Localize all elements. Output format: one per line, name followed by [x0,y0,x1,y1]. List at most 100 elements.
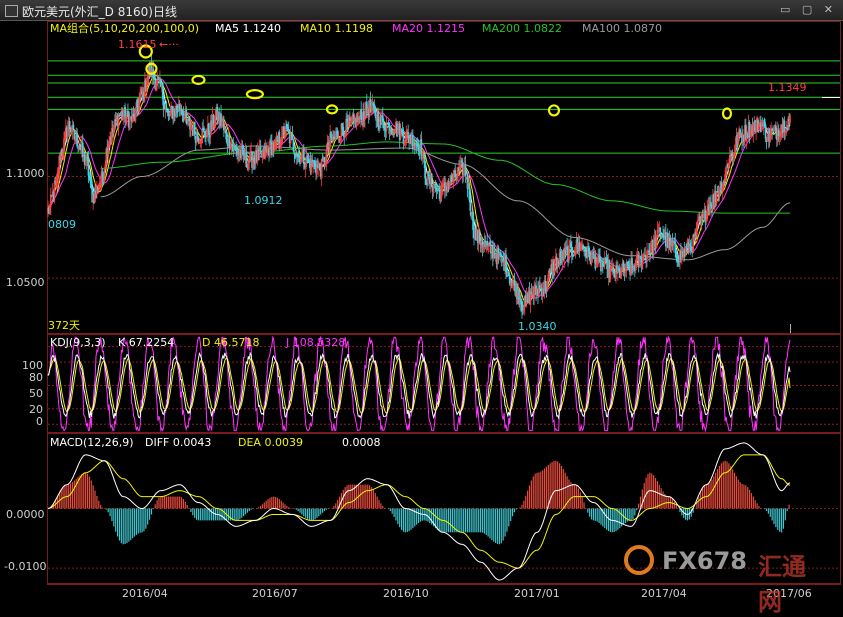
watermark-brand: FX678 [662,547,747,575]
forex-chart[interactable]: MA组合(5,10,20,200,100,0) MA5 1.1240 MA10 … [0,0,843,603]
ma20-legend: MA20 1.1215 [392,22,465,35]
kdj-tick-80: 80 [29,371,43,384]
candle-body [314,164,316,170]
candle-body [259,146,262,152]
candle-body [632,266,634,268]
candle-body [161,83,164,100]
watermark-brand-cn: 汇通网 [758,553,806,616]
candle-body [381,115,384,122]
candle-body [178,104,181,111]
high-arrow: ←··· [159,38,179,51]
days-label: 372天 [48,319,80,332]
candle-body [224,131,227,134]
candle-body [455,177,457,179]
candle-body [167,110,170,113]
candle-body [570,246,573,256]
candle-body [158,78,160,81]
candle-body [73,130,76,140]
candle-body [468,183,471,200]
candle-body [582,245,584,250]
kdj-panel-frame [47,334,841,433]
ma-header: MA组合(5,10,20,200,100,0) [50,21,199,35]
candle-body [298,154,300,157]
candle-body [783,120,786,133]
fx678-watermark: FX678 汇通网 [624,543,829,616]
highlight-ring [547,104,561,117]
candle-body [428,171,430,177]
candle-body [87,159,90,176]
candle-body [786,127,789,130]
candle-body [631,258,633,265]
kdj-tick-0: 0 [36,415,43,428]
candle-body [469,198,472,211]
candle-body [342,127,345,132]
candle-body [393,133,395,135]
candle-body [599,256,601,260]
ma200-legend: MA200 1.0822 [482,22,562,35]
kdj-d-legend: D 46.5718 [202,336,259,349]
candle-body [690,246,693,251]
x-label-2016-10: 2016/10 [383,587,429,600]
macd-tick-zero: 0.0000 [6,508,45,521]
candle-body [207,123,210,135]
ma5-legend: MA5 1.1240 [215,22,281,35]
candle-body [242,150,245,156]
candle-body [513,278,516,287]
x-label-2016-04: 2016/04 [122,587,168,600]
candle-body [360,109,363,119]
candle-body [710,202,712,207]
candle-body [185,109,188,119]
low-label: 1.0340 [518,320,557,333]
candle-body [180,108,183,115]
candle-body [777,130,780,137]
candle-body [478,230,481,242]
candle-body [663,236,665,238]
candle-body [220,113,222,126]
candle-body [245,152,248,164]
candle-body [188,118,190,121]
candle-body [644,255,647,257]
candle-body [559,250,562,258]
candle-body [716,190,719,193]
candle-body [228,134,231,149]
fx678-logo-icon [624,545,654,575]
candle-body [318,163,321,170]
candle-body [374,106,377,117]
candle-body [223,123,225,131]
highlight-ring [721,107,733,120]
ma5-line [47,69,791,308]
last-price-label: 1.1349 [768,81,807,94]
candle-body [460,160,463,162]
candle-body [241,145,244,150]
candle-body [292,140,295,152]
candle-body [313,160,315,164]
candle-body [486,240,489,246]
ma100-line [100,145,791,261]
moving-averages [47,69,791,308]
x-label-2017-01: 2017/01 [514,587,560,600]
macd-hist-legend: 0.0008 [342,436,381,449]
candle-body [584,247,586,253]
macd-dea-legend: DEA 0.0039 [238,436,303,449]
candle-body [291,134,294,140]
candle-body [454,170,457,178]
candle-body [90,177,93,188]
candle-body [278,132,281,145]
candle-body [76,133,79,147]
kdj-lines [47,335,791,433]
candle-body [193,121,196,136]
candle-body [349,117,351,121]
candle-body [175,105,178,110]
candle-body [407,132,410,135]
candle-body [68,120,71,129]
x-label-2016-07: 2016/07 [252,587,298,600]
candle-body [505,254,507,272]
candle-body [165,107,168,111]
ma200-line [100,141,790,214]
candle-body [72,124,75,130]
kdj-tick-50: 50 [29,387,43,400]
candle-body [336,130,339,140]
candle-body [627,261,630,267]
candle-body [639,256,642,258]
candle-body [764,124,767,139]
